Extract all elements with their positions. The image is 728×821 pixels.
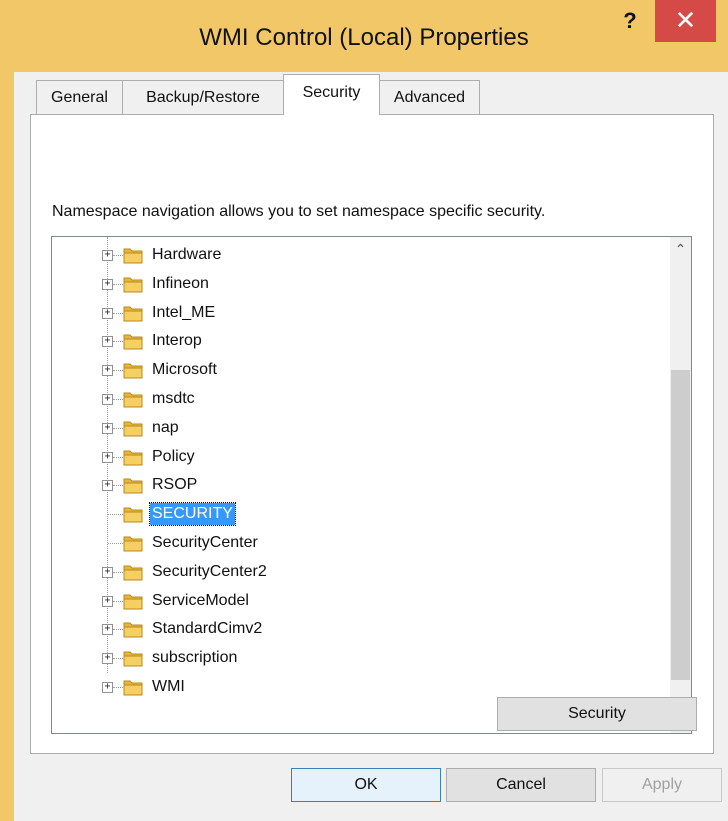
tree-item-label: Hardware — [152, 246, 222, 263]
tree-item[interactable]: SECURITY — [52, 502, 662, 530]
tree-branch-line — [113, 687, 123, 688]
plus-box-icon[interactable]: + — [102, 394, 113, 405]
namespace-tree[interactable]: + Hardware + Infineon + Intel_ME + Interop + Micr… — [51, 236, 692, 734]
folder-icon — [123, 334, 143, 350]
tree-item[interactable]: + nap — [52, 416, 662, 444]
tree-item[interactable]: + Microsoft — [52, 358, 662, 386]
namespace-description: Namespace navigation allows you to set n… — [52, 203, 546, 220]
tree-item[interactable]: + msdtc — [52, 387, 662, 415]
tree-item-label: SecurityCenter2 — [152, 562, 267, 580]
tree-item-label: Microsoft — [152, 361, 217, 379]
tree-branch-line — [113, 571, 123, 573]
plus-box-icon[interactable]: + — [102, 624, 113, 636]
folder-icon — [123, 622, 143, 638]
folder-icon — [123, 651, 143, 667]
tree-item[interactable]: + Interop — [52, 329, 662, 357]
tree-item-label: SECURITY — [149, 502, 236, 527]
folder-icon — [123, 536, 143, 552]
tree-item[interactable]: + StandardCimv2 — [52, 617, 662, 645]
folder-icon — [123, 507, 143, 523]
security-button[interactable]: Security — [497, 697, 697, 731]
plus-box-icon[interactable]: + — [102, 566, 113, 578]
folder-icon — [123, 306, 143, 322]
tree-branch-line — [113, 629, 123, 631]
tab-backup-restore[interactable]: Backup/Restore — [122, 80, 284, 114]
question-mark-icon: ? — [623, 8, 637, 33]
help-button[interactable]: ? — [610, 2, 650, 40]
apply-button[interactable]: Apply — [602, 768, 722, 802]
tree-item-label: StandardCimv2 — [152, 620, 263, 638]
tree-branch-line — [113, 658, 123, 660]
dialog-window: WMI Control (Local) Properties ? ✕ Gener… — [0, 0, 728, 821]
tree-item-label: msdtc — [152, 390, 195, 407]
tree-item[interactable]: SecurityCenter — [52, 531, 662, 559]
tree-item-label: RSOP — [152, 476, 198, 494]
tree-item[interactable]: + Intel_ME — [52, 301, 662, 329]
tree-item[interactable]: + SecurityCenter2 — [52, 560, 662, 588]
plus-box-icon[interactable]: + — [102, 336, 113, 348]
tree-branch-line — [113, 255, 123, 256]
tree-item-label: WMI — [152, 678, 185, 695]
tree-item-label: Intel_ME — [152, 303, 216, 321]
folder-icon — [123, 277, 143, 293]
tree-item[interactable]: + ServiceModel — [52, 589, 662, 617]
security-tab-page: Namespace navigation allows you to set n… — [30, 114, 714, 754]
tree-branch-line — [113, 283, 123, 285]
tab-advanced[interactable]: Advanced — [379, 80, 480, 114]
chevron-up-icon: ⌃ — [674, 241, 687, 257]
plus-box-icon[interactable]: + — [102, 307, 113, 319]
tree-item-label: nap — [152, 418, 179, 436]
tree-branch-line — [113, 341, 123, 343]
plus-box-icon[interactable]: + — [102, 595, 113, 607]
tree-branch-line — [113, 427, 123, 429]
tree-branch-line — [113, 456, 123, 458]
plus-box-icon[interactable]: + — [102, 365, 113, 377]
tree-item[interactable]: + Hardware — [52, 243, 662, 271]
tree-branch-line — [113, 600, 123, 602]
tree-item[interactable]: + Policy — [52, 445, 662, 473]
tree-branch-line — [108, 543, 123, 544]
folder-icon — [123, 363, 143, 379]
tree-item-label: subscription — [152, 649, 238, 667]
folder-icon — [123, 450, 143, 466]
scrollbar-thumb[interactable] — [671, 370, 690, 680]
title-bar[interactable]: WMI Control (Local) Properties ? ✕ — [0, 0, 728, 70]
tree-branch-line — [113, 370, 123, 372]
tree-branch-line — [113, 399, 123, 400]
plus-box-icon[interactable]: + — [102, 682, 113, 693]
close-icon: ✕ — [674, 5, 697, 35]
folder-icon — [123, 680, 143, 696]
tree-branch-line — [108, 514, 123, 516]
folder-icon — [123, 478, 143, 494]
tree-item[interactable]: + Infineon — [52, 272, 662, 300]
tree-item[interactable]: + subscription — [52, 646, 662, 674]
plus-box-icon[interactable]: + — [102, 422, 113, 434]
vertical-scrollbar[interactable]: ⌃ ⌄ — [670, 237, 691, 733]
plus-box-icon[interactable]: + — [102, 451, 113, 463]
tab-security[interactable]: Security — [283, 74, 380, 115]
plus-box-icon[interactable]: + — [102, 250, 113, 261]
folder-icon — [123, 421, 143, 437]
tree-item-label: Policy — [152, 447, 195, 465]
tree-item[interactable]: + RSOP — [52, 473, 662, 501]
tree-item-label: Infineon — [152, 274, 209, 292]
ok-button[interactable]: OK — [291, 768, 441, 802]
plus-box-icon[interactable]: + — [102, 480, 113, 492]
folder-icon — [123, 594, 143, 610]
cancel-button[interactable]: Cancel — [446, 768, 596, 802]
tab-general[interactable]: General — [36, 80, 123, 114]
tree-branch-line — [113, 485, 123, 487]
folder-icon — [123, 248, 143, 264]
tree-branch-line — [113, 312, 123, 314]
tree-item-label: SecurityCenter — [152, 534, 258, 551]
folder-icon — [123, 565, 143, 581]
dialog-client-area: General Backup/Restore Security Advanced… — [14, 72, 728, 821]
scroll-up-button[interactable]: ⌃ — [670, 239, 691, 259]
tree-item-label: Interop — [152, 332, 202, 350]
plus-box-icon[interactable]: + — [102, 278, 113, 290]
tree-item-label: ServiceModel — [152, 591, 249, 609]
folder-icon — [123, 392, 143, 408]
close-button[interactable]: ✕ — [655, 0, 716, 42]
plus-box-icon[interactable]: + — [102, 653, 113, 665]
